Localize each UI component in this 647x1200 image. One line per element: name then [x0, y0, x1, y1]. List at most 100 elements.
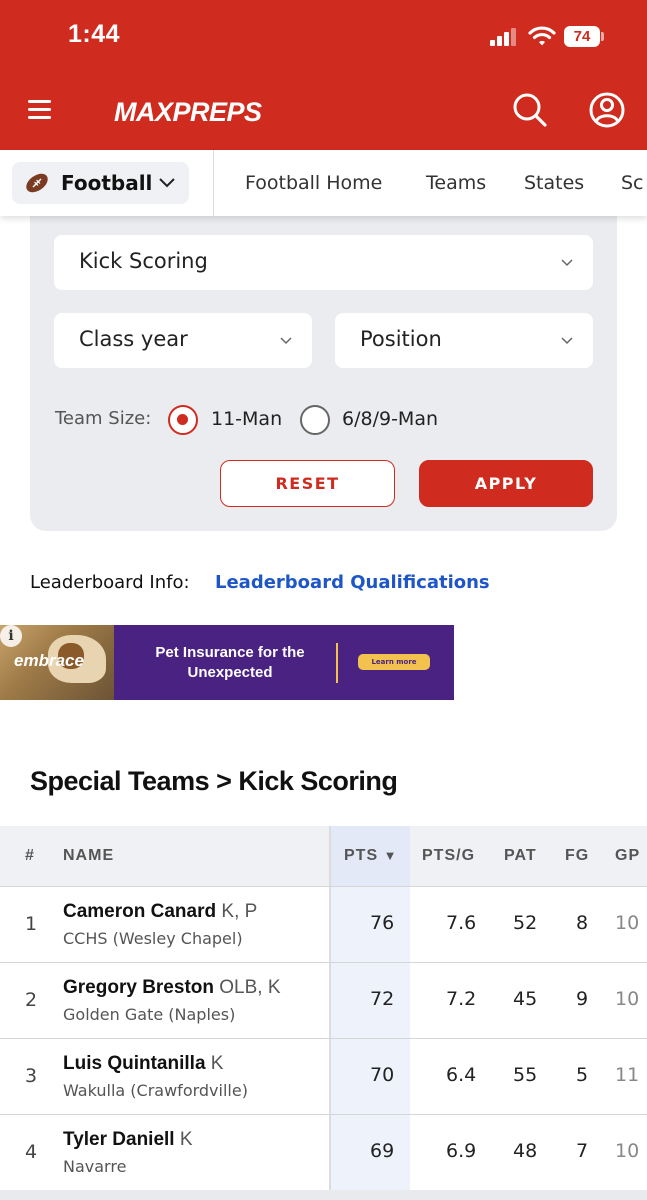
nav-link-states[interactable]: States [524, 172, 584, 194]
position-value: Position [360, 327, 442, 351]
stat-category-value: Kick Scoring [79, 249, 208, 273]
row-rank: 4 [25, 1141, 38, 1163]
leaderboard-qualifications-link[interactable]: Leaderboard Qualifications [215, 572, 490, 593]
account-icon[interactable] [587, 90, 627, 130]
player-name[interactable]: Luis Quintanilla K [63, 1053, 223, 1075]
apply-button[interactable]: APPLY [419, 460, 593, 507]
cell-pts-g: 6.4 [446, 1064, 477, 1086]
player-name-text: Cameron Canard [63, 901, 217, 922]
search-icon[interactable] [510, 90, 550, 130]
wifi-icon [528, 26, 556, 46]
sport-nav: Football Football Home Teams States Sc [0, 150, 647, 216]
class-year-select[interactable]: Class year [54, 313, 312, 368]
player-position: K [179, 1129, 193, 1150]
class-year-value: Class year [79, 327, 188, 351]
player-name[interactable]: Gregory Breston OLB, K [63, 977, 281, 999]
row-rank: 2 [25, 989, 38, 1011]
section-title: Special Teams > Kick Scoring [30, 766, 398, 796]
player-name-text: Tyler Daniell [63, 1129, 175, 1150]
football-icon [26, 173, 48, 193]
leaderboard-table: # NAME PTS ▼ PTS/G PAT FG GP 1 Cameron C… [0, 826, 647, 1200]
radio-11-man[interactable] [168, 405, 198, 435]
menu-icon[interactable] [28, 100, 51, 120]
cell-pts-g: 7.2 [446, 988, 477, 1010]
cell-gp: 10 [615, 912, 640, 934]
cell-fg: 8 [576, 912, 589, 934]
ad-brand-logo: embrace [14, 651, 84, 670]
table-row[interactable]: 4 Tyler Daniell K Navarre 69 6.9 48 7 10 [0, 1114, 647, 1190]
cell-gp: 10 [615, 988, 640, 1010]
header-pts-label: PTS [344, 847, 379, 864]
sort-desc-icon: ▼ [383, 848, 398, 863]
row-rank: 1 [25, 913, 38, 935]
cell-gp: 10 [615, 1140, 640, 1162]
radio-11-man-label[interactable]: 11-Man [211, 408, 282, 430]
ad-info-icon[interactable]: i [0, 625, 22, 647]
player-school[interactable]: Golden Gate (Naples) [63, 1005, 235, 1024]
status-time: 1:44 [68, 20, 121, 48]
chevron-down-icon [561, 259, 573, 267]
header-name[interactable]: NAME [63, 847, 114, 865]
sport-select[interactable]: Football [12, 162, 189, 204]
ad-headline: Pet Insurance for the Unexpected [155, 644, 305, 681]
cell-fg: 9 [576, 988, 589, 1010]
cell-pts: 76 [370, 912, 395, 934]
cell-pts: 69 [370, 1140, 395, 1162]
table-row[interactable]: 2 Gregory Breston OLB, K Golden Gate (Na… [0, 962, 647, 1038]
bottom-toolbar-edge [0, 1190, 647, 1200]
cell-pat: 48 [513, 1140, 538, 1162]
player-name[interactable]: Cameron Canard K, P [63, 901, 257, 923]
table-row[interactable]: 3 Luis Quintanilla K Wakulla (Crawfordvi… [0, 1038, 647, 1114]
ad-separator [336, 643, 338, 683]
nav-link-teams[interactable]: Teams [426, 172, 486, 194]
cell-pts-g: 7.6 [446, 912, 477, 934]
sport-label: Football [61, 171, 153, 195]
ad-banner[interactable]: i embrace Pet Insurance for the Unexpect… [0, 625, 454, 700]
player-name-text: Luis Quintanilla [63, 1053, 206, 1074]
chevron-down-icon [159, 178, 175, 188]
stat-category-select[interactable]: Kick Scoring [54, 235, 593, 290]
player-name[interactable]: Tyler Daniell K [63, 1129, 193, 1151]
cell-pat: 55 [513, 1064, 538, 1086]
cellular-signal-icon [490, 28, 520, 46]
header-rank: # [25, 847, 35, 864]
cell-gp: 11 [615, 1064, 640, 1086]
nav-link-football-home[interactable]: Football Home [245, 172, 382, 194]
position-select[interactable]: Position [335, 313, 593, 368]
reset-button[interactable]: RESET [220, 460, 395, 507]
player-position: K [210, 1053, 224, 1074]
cell-fg: 5 [576, 1064, 589, 1086]
header-fg[interactable]: FG [565, 847, 589, 865]
battery-icon: 74 [564, 26, 600, 47]
cell-pts-g: 6.9 [446, 1140, 477, 1162]
cell-pts: 72 [370, 988, 395, 1010]
player-position: OLB, K [219, 977, 281, 998]
cell-pat: 45 [513, 988, 538, 1010]
chevron-down-icon [280, 337, 292, 345]
maxpreps-logo[interactable]: MAXPREPS [114, 92, 264, 132]
player-school[interactable]: Wakulla (Crawfordville) [63, 1081, 248, 1100]
table-row[interactable]: 1 Cameron Canard K, P CCHS (Wesley Chape… [0, 886, 647, 962]
nav-link-scores[interactable]: Sc [621, 172, 644, 194]
cell-fg: 7 [576, 1140, 589, 1162]
row-rank: 3 [25, 1065, 38, 1087]
nav-divider [213, 150, 214, 216]
radio-6-8-9-man[interactable] [300, 405, 330, 435]
team-size-label: Team Size: [55, 408, 152, 429]
ad-cta-button[interactable]: Learn more [358, 654, 430, 670]
leaderboard-info-label: Leaderboard Info: [30, 572, 190, 593]
player-school[interactable]: Navarre [63, 1157, 126, 1176]
filter-panel: Kick Scoring Class year Position Team Si… [30, 200, 617, 531]
status-bar: 1:44 74 [0, 0, 647, 74]
radio-6-8-9-man-label[interactable]: 6/8/9-Man [342, 408, 438, 430]
header-pat[interactable]: PAT [504, 847, 537, 865]
player-position: K, P [221, 901, 258, 922]
header-pts[interactable]: PTS ▼ [344, 847, 397, 865]
player-school[interactable]: CCHS (Wesley Chapel) [63, 929, 243, 948]
cell-pat: 52 [513, 912, 538, 934]
app-header: MAXPREPS [0, 74, 647, 150]
header-pts-g[interactable]: PTS/G [422, 847, 475, 865]
battery-tip [601, 32, 604, 41]
header-gp[interactable]: GP [615, 847, 640, 865]
player-name-text: Gregory Breston [63, 977, 214, 998]
